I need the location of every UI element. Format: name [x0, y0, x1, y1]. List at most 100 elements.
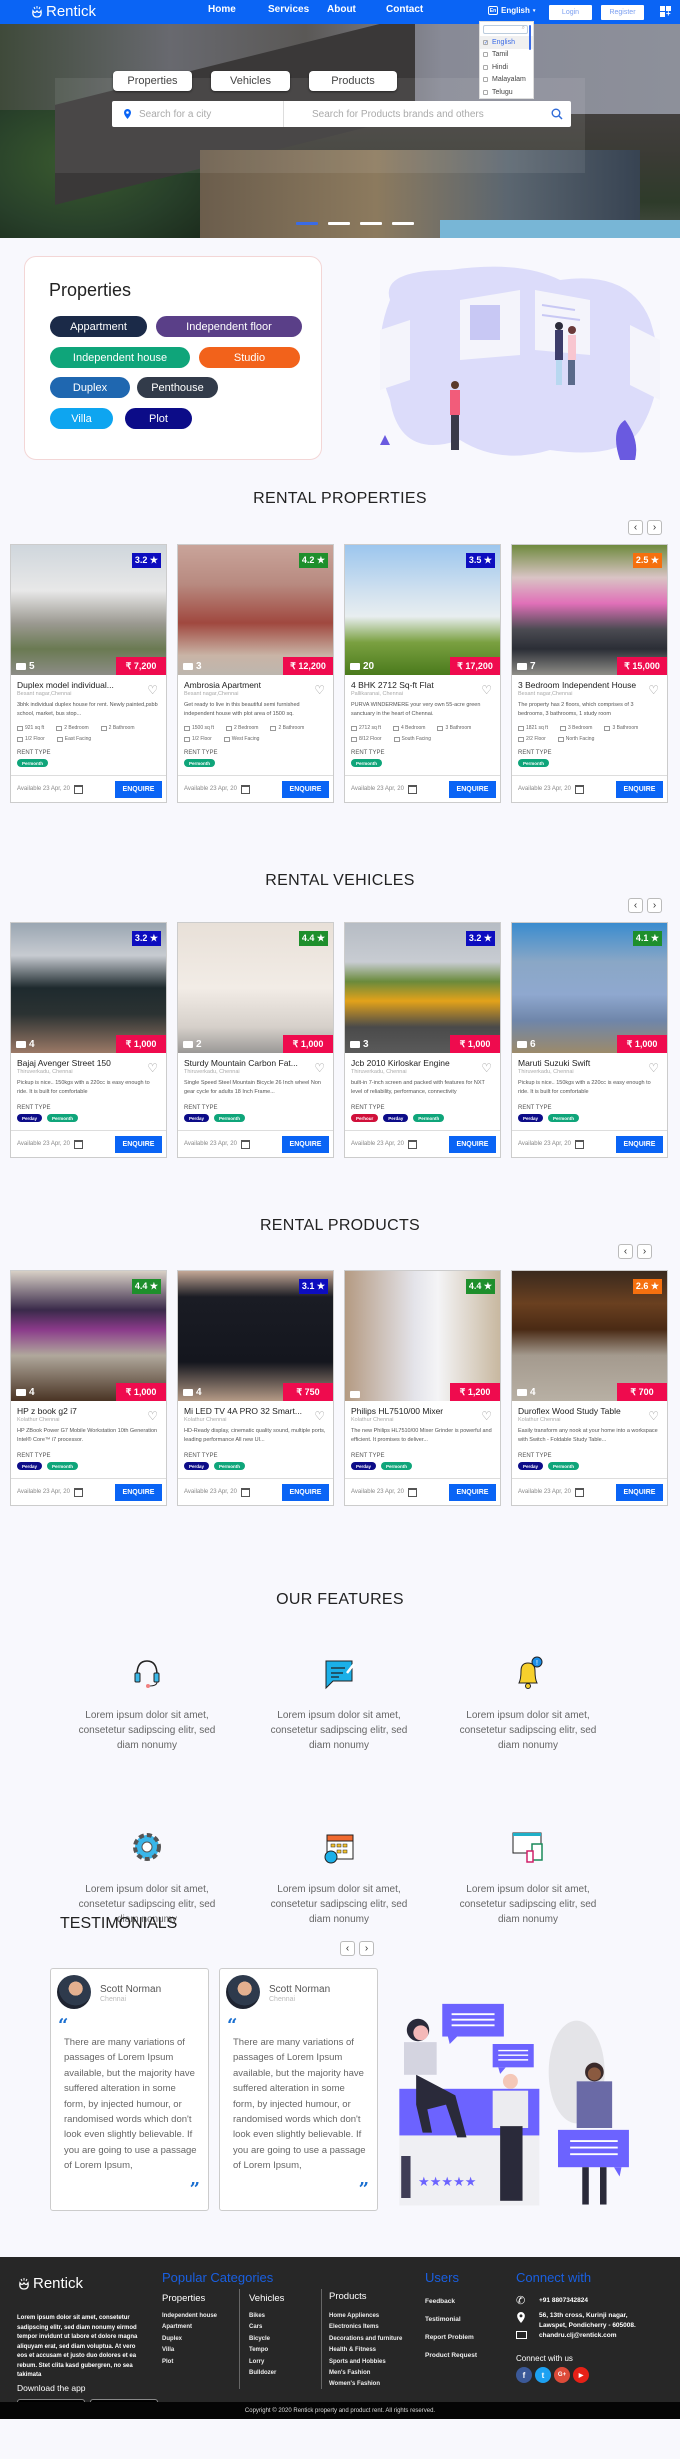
chip-duplex[interactable]: Duplex	[50, 377, 130, 398]
calendar-icon[interactable]	[240, 784, 250, 794]
language-search-input[interactable]: ⌕	[483, 25, 528, 34]
footer-link[interactable]: Sports and Hobbies	[329, 2357, 402, 2368]
enquire-button[interactable]: ENQUIRE	[282, 781, 329, 798]
footer-link[interactable]: Bikes	[249, 2311, 276, 2322]
footer-link[interactable]: Men's Fashion	[329, 2368, 402, 2379]
listing-card[interactable]: 2.6 ★ 4 ₹ 700 Duroflex Wood Study Table …	[511, 1270, 668, 1506]
enquire-button[interactable]: ENQUIRE	[449, 1136, 496, 1153]
calendar-icon[interactable]	[73, 784, 83, 794]
contact-phone[interactable]: +91 8807342824	[539, 2297, 588, 2304]
heart-icon[interactable]: ♡	[147, 683, 158, 697]
chip-independent-floor[interactable]: Independent floor	[156, 316, 302, 337]
listing-image[interactable]: 4.1 ★ 6 ₹ 1,000	[512, 923, 667, 1053]
calendar-icon[interactable]	[73, 1139, 83, 1149]
listing-image[interactable]: 4.4 ★ 2 ₹ 1,000	[178, 923, 333, 1053]
listing-card[interactable]: 4.4 ★ ₹ 1,200 Philips HL7510/00 Mixer Ko…	[344, 1270, 501, 1506]
footer-link[interactable]: Electronics Items	[329, 2322, 402, 2333]
listing-title[interactable]: Jcb 2010 Kirloskar Engine	[351, 1058, 476, 1068]
language-option-telugu[interactable]: Telugu	[480, 86, 533, 99]
tab-products[interactable]: Products	[309, 71, 397, 91]
language-option-english[interactable]: ✓ English	[480, 36, 533, 49]
next-arrow-icon[interactable]: ›	[359, 1941, 374, 1956]
listing-image[interactable]: 2.5 ★ 7 ₹ 15,000	[512, 545, 667, 675]
footer-link[interactable]: Lorry	[249, 2357, 276, 2368]
footer-link[interactable]: Duplex	[162, 2334, 217, 2345]
calendar-icon[interactable]	[574, 1139, 584, 1149]
listing-card[interactable]: 3.2 ★ 4 ₹ 1,000 Bajaj Avenger Street 150…	[10, 922, 167, 1158]
listing-title[interactable]: Bajaj Avenger Street 150	[17, 1058, 142, 1068]
calendar-icon[interactable]	[574, 1487, 584, 1497]
enquire-button[interactable]: ENQUIRE	[115, 1484, 162, 1501]
prev-arrow-icon[interactable]: ‹	[628, 898, 643, 913]
twitter-icon[interactable]: t	[535, 2367, 551, 2383]
heart-icon[interactable]: ♡	[314, 1061, 325, 1075]
listing-image[interactable]: 3.2 ★ 3 ₹ 1,000	[345, 923, 500, 1053]
chip-independent-house[interactable]: Independent house	[50, 347, 190, 368]
carousel-dot[interactable]	[296, 222, 318, 225]
language-option-malayalam[interactable]: Malayalam	[480, 74, 533, 87]
nav-services[interactable]: Services	[268, 4, 309, 15]
tab-properties[interactable]: Properties	[113, 71, 192, 91]
heart-icon[interactable]: ♡	[314, 1409, 325, 1423]
enquire-button[interactable]: ENQUIRE	[282, 1136, 329, 1153]
footer-link[interactable]: Home Appliences	[329, 2311, 402, 2322]
next-arrow-icon[interactable]: ›	[647, 520, 662, 535]
enquire-button[interactable]: ENQUIRE	[616, 781, 663, 798]
listing-card[interactable]: 3.1 ★ 4 ₹ 750 Mi LED TV 4A PRO 32 Smart.…	[177, 1270, 334, 1506]
footer-link[interactable]: Cars	[249, 2322, 276, 2333]
product-search-input[interactable]: Search for Products brands and others	[284, 109, 551, 120]
calendar-icon[interactable]	[73, 1487, 83, 1497]
facebook-icon[interactable]: f	[516, 2367, 532, 2383]
heart-icon[interactable]: ♡	[648, 1061, 659, 1075]
dropdown-scrollbar[interactable]	[529, 25, 531, 50]
prev-arrow-icon[interactable]: ‹	[618, 1244, 633, 1259]
checkbox[interactable]	[483, 64, 488, 70]
listing-card[interactable]: 3.5 ★ 20 ₹ 17,200 4 BHK 2712 Sq-ft Flat …	[344, 544, 501, 803]
register-button[interactable]: Register	[601, 5, 644, 20]
listing-image[interactable]: 3.1 ★ 4 ₹ 750	[178, 1271, 333, 1401]
carousel-dot[interactable]	[360, 222, 382, 225]
apps-grid-icon[interactable]: +	[660, 6, 672, 18]
heart-icon[interactable]: ♡	[147, 1409, 158, 1423]
search-icon[interactable]	[551, 108, 563, 120]
chip-plot[interactable]: Plot	[125, 408, 192, 429]
listing-card[interactable]: 4.2 ★ 3 ₹ 12,200 Ambrosia Apartment Besa…	[177, 544, 334, 803]
calendar-icon[interactable]	[407, 784, 417, 794]
heart-icon[interactable]: ♡	[648, 1409, 659, 1423]
nav-about[interactable]: About	[327, 4, 356, 15]
footer-link[interactable]: Independent house	[162, 2311, 217, 2322]
login-button[interactable]: Login	[549, 5, 592, 20]
youtube-icon[interactable]: ▶	[573, 2367, 589, 2383]
calendar-icon[interactable]	[407, 1139, 417, 1149]
enquire-button[interactable]: ENQUIRE	[616, 1136, 663, 1153]
heart-icon[interactable]: ♡	[481, 683, 492, 697]
nav-home[interactable]: Home	[208, 4, 236, 15]
listing-title[interactable]: Mi LED TV 4A PRO 32 Smart...	[184, 1406, 309, 1416]
enquire-button[interactable]: ENQUIRE	[115, 1136, 162, 1153]
listing-title[interactable]: Philips HL7510/00 Mixer	[351, 1406, 476, 1416]
listing-title[interactable]: 3 Bedroom Independent House	[518, 680, 643, 690]
listing-card[interactable]: 4.4 ★ 2 ₹ 1,000 Sturdy Mountain Carbon F…	[177, 922, 334, 1158]
listing-image[interactable]: 3.2 ★ 5 ₹ 7,200	[11, 545, 166, 675]
city-search-input[interactable]: Search for a city	[112, 101, 284, 127]
footer-link-testimonial[interactable]: Testimonial	[425, 2311, 477, 2329]
prev-arrow-icon[interactable]: ‹	[340, 1941, 355, 1956]
listing-card[interactable]: 3.2 ★ 5 ₹ 7,200 Duplex model individual.…	[10, 544, 167, 803]
listing-title[interactable]: Maruti Suzuki Swift	[518, 1058, 643, 1068]
listing-image[interactable]: 2.6 ★ 4 ₹ 700	[512, 1271, 667, 1401]
next-arrow-icon[interactable]: ›	[637, 1244, 652, 1259]
calendar-icon[interactable]	[240, 1139, 250, 1149]
chip-penthouse[interactable]: Penthouse	[137, 377, 218, 398]
listing-title[interactable]: Duroflex Wood Study Table	[518, 1406, 643, 1416]
listing-title[interactable]: 4 BHK 2712 Sq-ft Flat	[351, 680, 476, 690]
enquire-button[interactable]: ENQUIRE	[449, 781, 496, 798]
listing-image[interactable]: 4.4 ★ 4 ₹ 1,000	[11, 1271, 166, 1401]
tab-vehicles[interactable]: Vehicles	[211, 71, 290, 91]
listing-title[interactable]: Duplex model individual...	[17, 680, 142, 690]
footer-link-feedback[interactable]: Feedback	[425, 2293, 477, 2311]
next-arrow-icon[interactable]: ›	[647, 898, 662, 913]
footer-link[interactable]: Health & Fitness	[329, 2345, 402, 2356]
checkbox[interactable]	[483, 52, 488, 58]
heart-icon[interactable]: ♡	[481, 1409, 492, 1423]
listing-card[interactable]: 4.4 ★ 4 ₹ 1,000 HP z book g2 i7 Kolathur…	[10, 1270, 167, 1506]
